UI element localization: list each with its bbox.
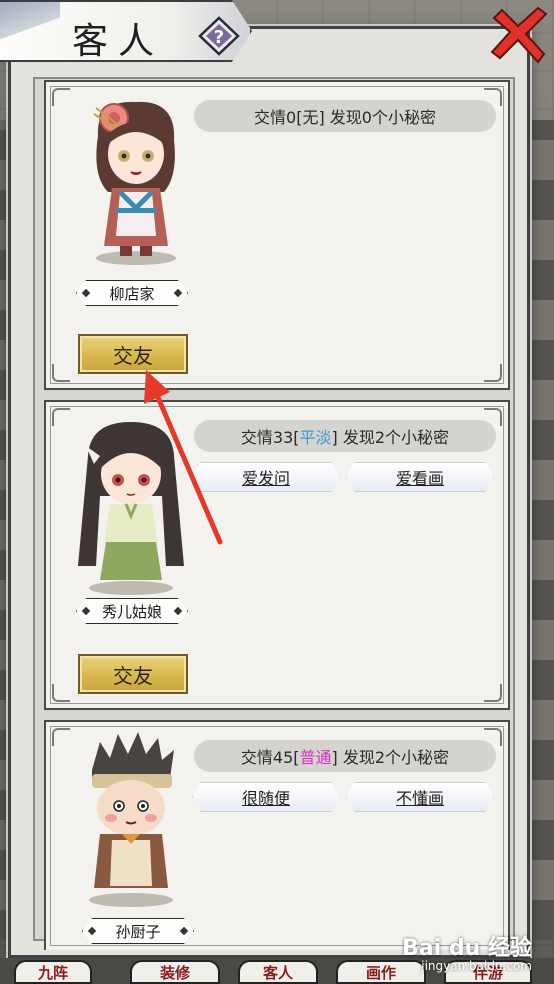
secret-tag[interactable]: 不懂画 [346, 782, 494, 812]
guest-card: 交情45[普通] 发现2个小秘密 很随便 不懂画 孙厨子 [44, 720, 510, 950]
corner-ornament [52, 684, 70, 702]
relation-level: 无 [302, 108, 319, 127]
help-button[interactable]: ? [198, 16, 240, 56]
guest-name: 柳店家 [109, 284, 155, 303]
friendship-value: 交情0[ [254, 108, 303, 127]
guest-avatar [76, 96, 196, 266]
corner-ornament [484, 364, 502, 382]
corner-ornament [52, 364, 70, 382]
annotation-arrow-icon [144, 370, 223, 545]
page-title: 客人 [72, 21, 165, 62]
relation-level: 平淡 [299, 428, 332, 447]
watermark-url: jingyan.baidu.com [421, 959, 532, 973]
corner-ornament [484, 684, 502, 702]
secret-tag[interactable]: 很随便 [192, 782, 340, 812]
guest-name: 秀儿姑娘 [101, 602, 162, 621]
guest-card: 交情0[无] 发现0个小秘密 柳店家 交友 [44, 80, 510, 390]
friendship-value: 交情45[ [240, 748, 300, 767]
help-icon: ? [198, 16, 240, 56]
tab-guests[interactable]: 客人 [238, 960, 318, 984]
secret-tag[interactable]: 爱看画 [346, 462, 494, 492]
watermark: Bai du 经验 jingyan.baidu.com [402, 936, 532, 973]
guest-name-plate: 秀儿姑娘 [76, 598, 188, 624]
secrets-found: ] 发现2个小秘密 [331, 428, 450, 447]
background-right-wall [530, 120, 554, 940]
relation-level: 普通 [299, 748, 332, 767]
close-icon [490, 6, 548, 64]
tab-nine[interactable]: 九阵 [14, 960, 92, 984]
close-button[interactable] [486, 4, 550, 68]
svg-text:?: ? [214, 27, 224, 48]
secrets-found: ] 发现0个小秘密 [318, 108, 436, 127]
befriend-button[interactable]: 交友 [78, 654, 188, 694]
corner-ornament [52, 88, 70, 106]
friendship-info: 交情33[平淡] 发现2个小秘密 [194, 420, 496, 452]
secrets-found: ] 发现2个小秘密 [331, 748, 450, 767]
watermark-logo: Bai du 经验 [402, 936, 532, 961]
guest-name-plate: 柳店家 [76, 280, 188, 306]
guest-avatar [66, 728, 196, 908]
friendship-value: 交情33[ [240, 428, 300, 447]
befriend-button[interactable]: 交友 [78, 334, 188, 374]
mountain-decoration [0, 2, 60, 42]
friendship-info: 交情0[无] 发现0个小秘密 [194, 100, 496, 132]
guest-name-plate: 孙厨子 [82, 918, 194, 944]
tab-decor[interactable]: 装修 [130, 960, 220, 984]
friendship-info: 交情45[普通] 发现2个小秘密 [194, 740, 496, 772]
guest-card: 交情33[平淡] 发现2个小秘密 爱发问 爱看画 秀儿姑娘 交友 [44, 400, 510, 710]
guest-name: 孙厨子 [115, 922, 161, 941]
